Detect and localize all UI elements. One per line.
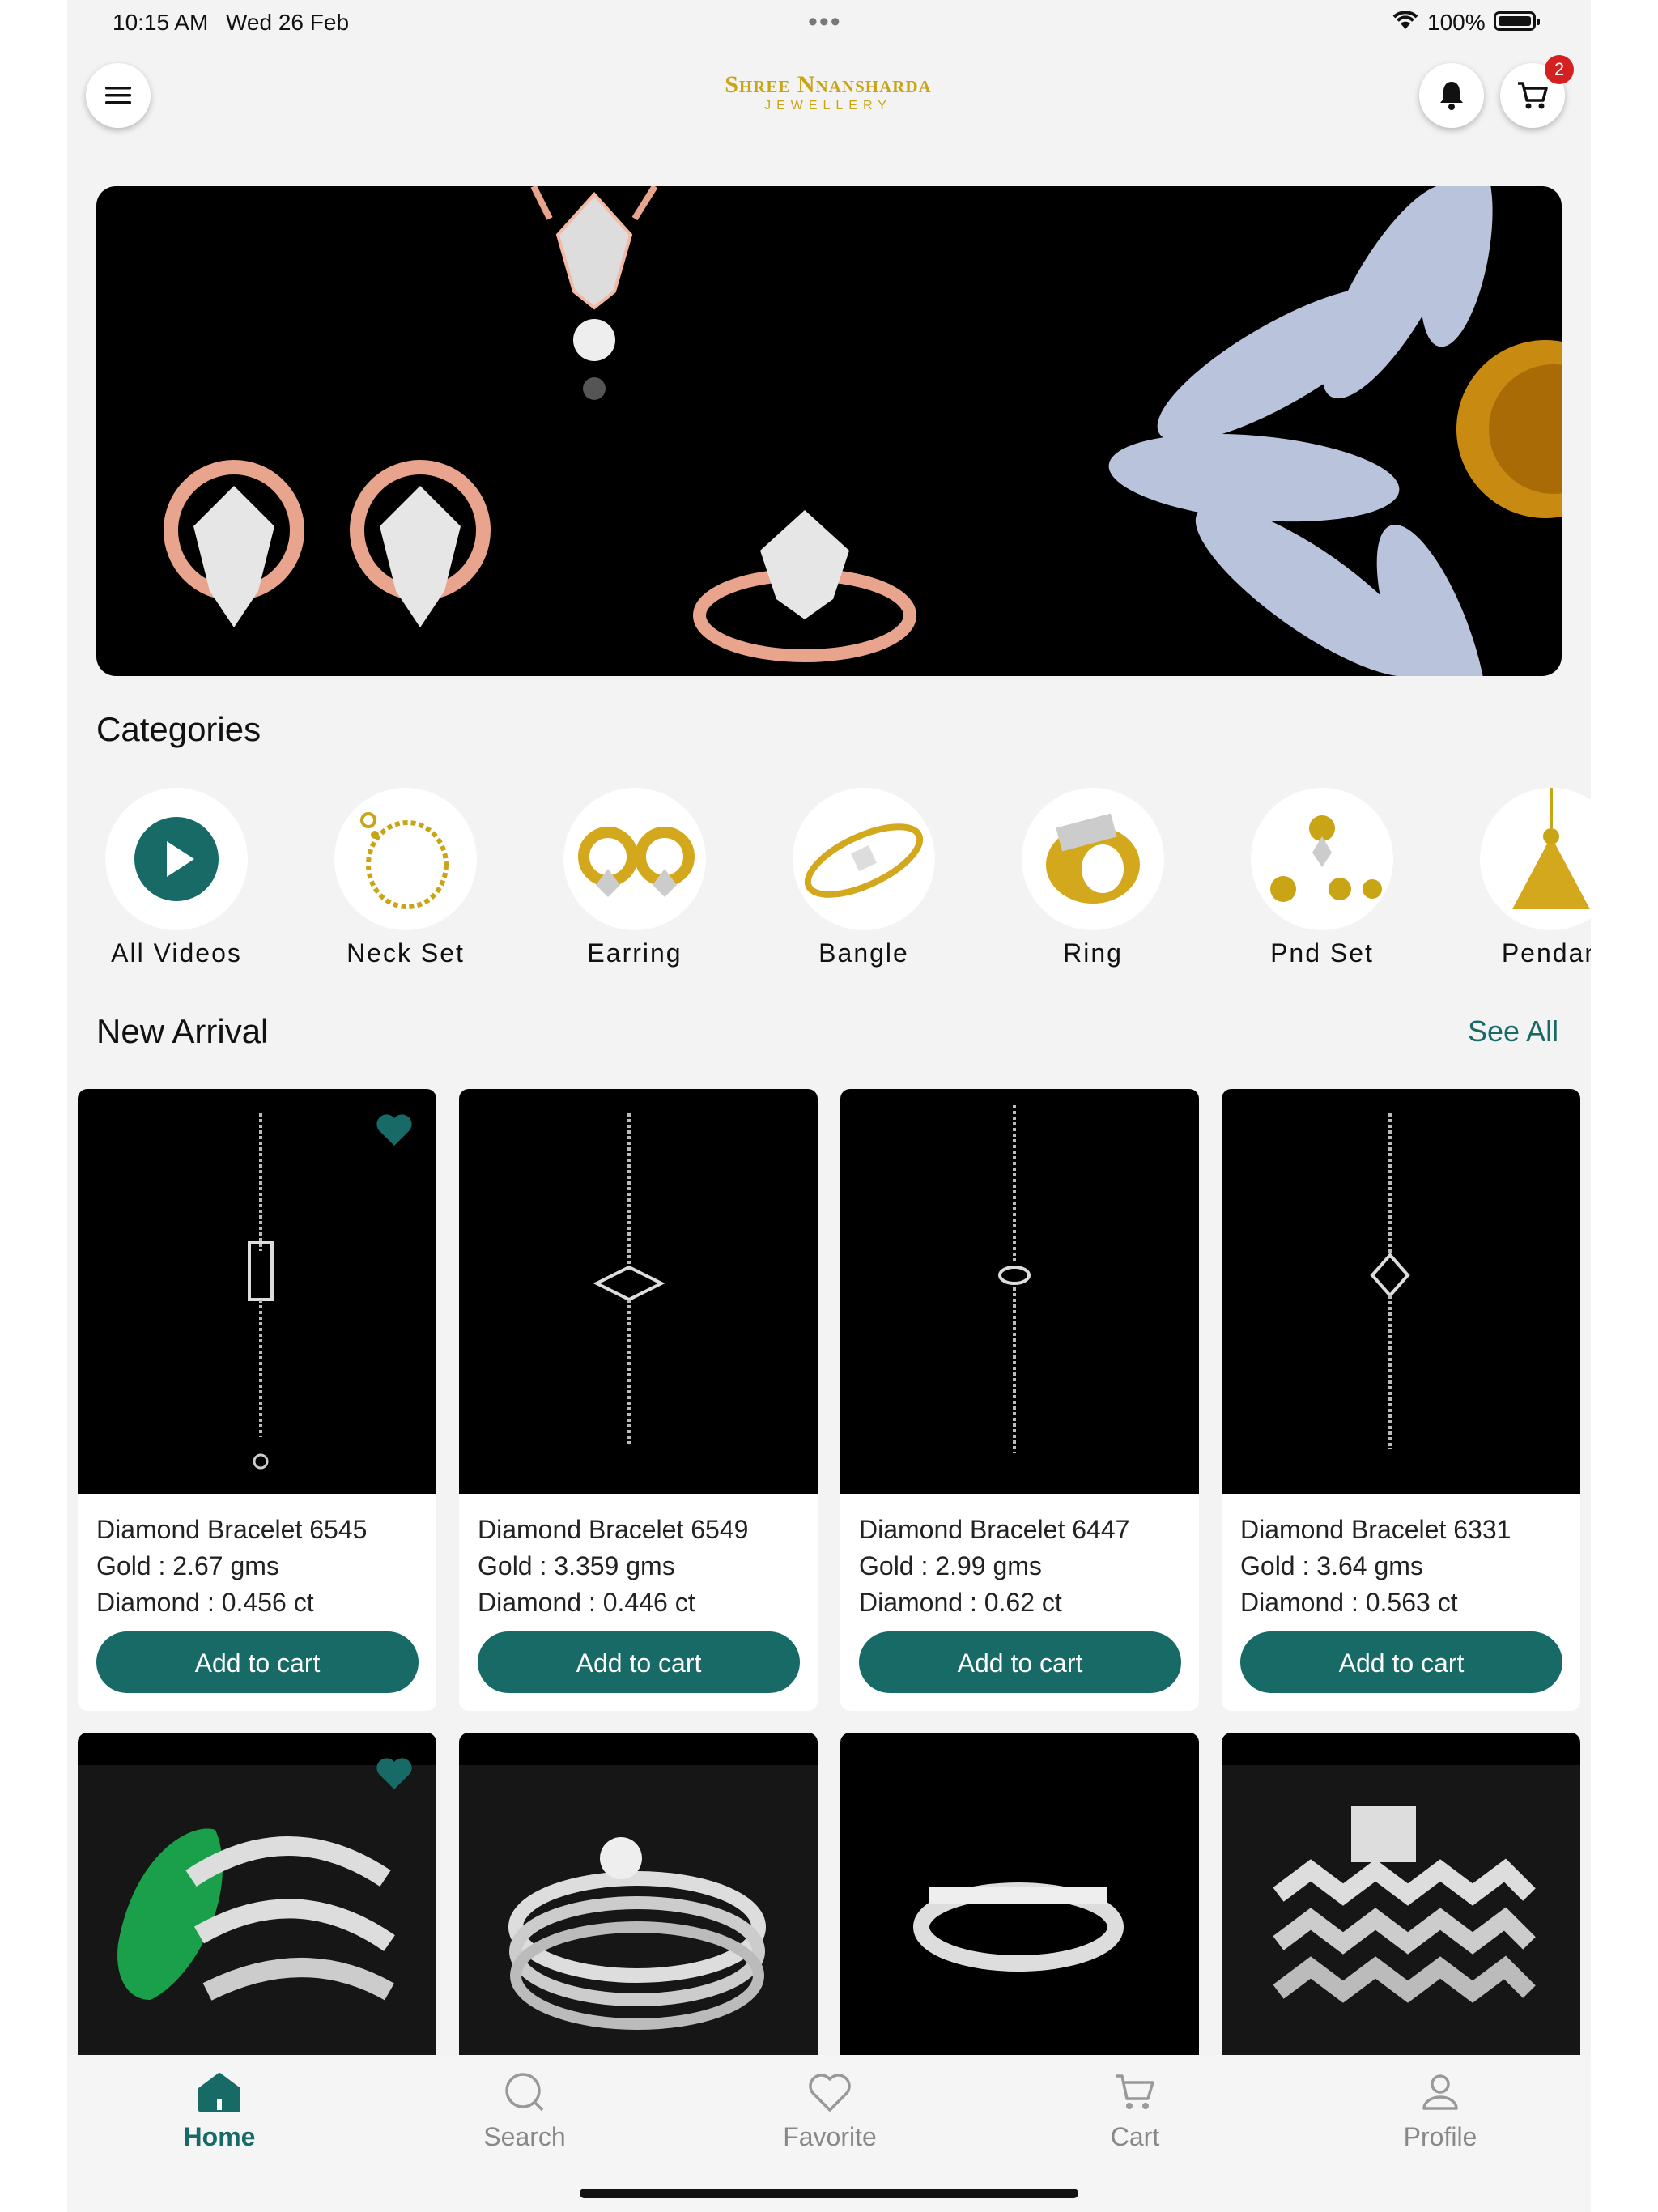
- product-card[interactable]: Diamond Bracelet 6331 Gold : 3.64 gms Di…: [1222, 1089, 1580, 1711]
- status-bar: 10:15 AM Wed 26 Feb ••• 100%: [67, 0, 1591, 45]
- bangle-icon: [804, 823, 924, 898]
- product-card[interactable]: Diamond Bracelet 6447 Gold : 2.99 gms Di…: [840, 1089, 1199, 1711]
- add-to-cart-button[interactable]: Add to cart: [859, 1631, 1181, 1693]
- category-label: Bangle: [818, 938, 909, 968]
- add-to-cart-button[interactable]: Add to cart: [1240, 1631, 1562, 1693]
- pendant-image: [530, 186, 658, 400]
- product-image[interactable]: [840, 1089, 1199, 1494]
- battery-percent: 100%: [1427, 10, 1486, 35]
- product-name: Diamond Bracelet 6331: [1240, 1515, 1511, 1544]
- category-bangle[interactable]: Bangle: [775, 788, 953, 968]
- product-image[interactable]: [459, 1089, 818, 1494]
- banner-artwork: [164, 186, 1562, 676]
- tab-profile[interactable]: Profile: [1359, 2071, 1521, 2152]
- product-card[interactable]: Diamond Bracelet 6545 Gold : 2.67 gms Di…: [78, 1089, 436, 1711]
- favorite-heart-icon[interactable]: [375, 1112, 414, 1147]
- tab-label: Profile: [1403, 2122, 1477, 2151]
- product-gold-weight: Gold : 3.359 gms: [478, 1551, 675, 1580]
- search-icon: [505, 2073, 544, 2112]
- product-card[interactable]: Diamond Bracelet 6549 Gold : 3.359 gms D…: [459, 1089, 818, 1711]
- logo-name: Shree Nnansharda: [725, 71, 932, 98]
- new-arrival-title: New Arrival: [96, 1012, 269, 1050]
- product-name: Diamond Bracelet 6447: [859, 1515, 1130, 1544]
- menu-button[interactable]: [86, 63, 151, 128]
- product-name: Diamond Bracelet 6549: [478, 1515, 749, 1544]
- tab-cart[interactable]: Cart: [1054, 2071, 1216, 2152]
- product-gold-weight: Gold : 2.67 gms: [96, 1551, 279, 1580]
- hamburger-icon: [105, 87, 131, 104]
- category-label: Pendan: [1501, 938, 1591, 968]
- product-gold-weight: Gold : 3.64 gms: [1240, 1551, 1423, 1580]
- play-icon: [134, 817, 219, 901]
- bell-icon: [1440, 82, 1463, 110]
- daisy-flower-image: [1108, 186, 1562, 676]
- necklace-icon: [360, 812, 449, 909]
- categories-title: Categories: [96, 710, 261, 748]
- profile-icon: [1422, 2074, 1458, 2110]
- pendant-set-icon: [1270, 815, 1382, 902]
- product-image[interactable]: [1222, 1089, 1580, 1494]
- category-all-videos[interactable]: All Videos: [87, 788, 266, 968]
- product-card-partial[interactable]: [459, 1733, 818, 2057]
- product-diamond-weight: Diamond : 0.563 ct: [1240, 1588, 1458, 1617]
- product-name: Diamond Bracelet 6545: [96, 1515, 368, 1544]
- category-label: Earring: [587, 938, 682, 968]
- ring-image: [693, 510, 916, 662]
- category-ring[interactable]: Ring: [1004, 788, 1182, 968]
- see-all-link[interactable]: See All: [1468, 1015, 1558, 1049]
- cart-icon: [1116, 2074, 1154, 2109]
- product-gold-weight: Gold : 2.99 gms: [859, 1551, 1042, 1580]
- category-label: All Videos: [111, 938, 242, 968]
- status-date: Wed 26 Feb: [226, 10, 350, 35]
- tab-home[interactable]: Home: [138, 2071, 300, 2152]
- product-image: [459, 1765, 818, 2057]
- heart-icon: [809, 2074, 851, 2112]
- category-neck-set[interactable]: Neck Set: [317, 788, 495, 968]
- earring-icon: [578, 827, 695, 897]
- favorite-heart-icon[interactable]: [375, 1755, 414, 1791]
- pendant-icon: [1512, 788, 1590, 909]
- add-to-cart-button[interactable]: Add to cart: [96, 1631, 419, 1693]
- category-label: Neck Set: [346, 938, 465, 968]
- app-screen: 10:15 AM Wed 26 Feb ••• 100% Shree Nnans…: [67, 0, 1591, 2212]
- product-diamond-weight: Diamond : 0.446 ct: [478, 1588, 695, 1617]
- cart-count-badge: 2: [1545, 55, 1574, 84]
- earrings-image: [164, 460, 491, 627]
- tab-favorite[interactable]: Favorite: [749, 2071, 911, 2152]
- tab-search[interactable]: Search: [444, 2071, 606, 2152]
- tab-label: Favorite: [783, 2122, 877, 2151]
- add-to-cart-button[interactable]: Add to cart: [478, 1631, 800, 1693]
- product-image: [913, 1882, 1124, 1972]
- tab-label: Home: [183, 2122, 256, 2151]
- wifi-icon: [1391, 8, 1420, 35]
- status-time: 10:15 AM: [113, 10, 209, 35]
- category-earring[interactable]: Earring: [546, 788, 724, 968]
- home-indicator[interactable]: [580, 2189, 1078, 2198]
- product-diamond-weight: Diamond : 0.62 ct: [859, 1588, 1062, 1617]
- notifications-button[interactable]: [1419, 63, 1484, 128]
- product-card-partial[interactable]: [1222, 1733, 1580, 2057]
- tab-label: Cart: [1110, 2122, 1160, 2151]
- multitasking-dots-icon[interactable]: •••: [808, 6, 842, 38]
- category-pendant[interactable]: Pendan: [1462, 788, 1591, 968]
- ring-icon: [1046, 813, 1140, 904]
- product-diamond-weight: Diamond : 0.456 ct: [96, 1588, 314, 1617]
- product-card-partial[interactable]: [78, 1733, 436, 2057]
- product-card-partial[interactable]: [840, 1733, 1199, 2057]
- category-label: Pnd Set: [1270, 938, 1374, 968]
- battery-icon: [1494, 11, 1540, 31]
- brand-logo: Shree Nnansharda JEWELLERY: [707, 71, 950, 113]
- cart-icon: [1518, 82, 1548, 109]
- logo-subtitle: JEWELLERY: [764, 99, 892, 113]
- product-image[interactable]: [78, 1089, 436, 1494]
- promo-banner[interactable]: [96, 186, 1562, 676]
- product-image: [1222, 1765, 1580, 2057]
- tab-label: Search: [483, 2122, 566, 2151]
- category-label: Ring: [1063, 938, 1123, 968]
- home-icon: [198, 2073, 240, 2112]
- category-pnd-set[interactable]: Pnd Set: [1233, 788, 1411, 968]
